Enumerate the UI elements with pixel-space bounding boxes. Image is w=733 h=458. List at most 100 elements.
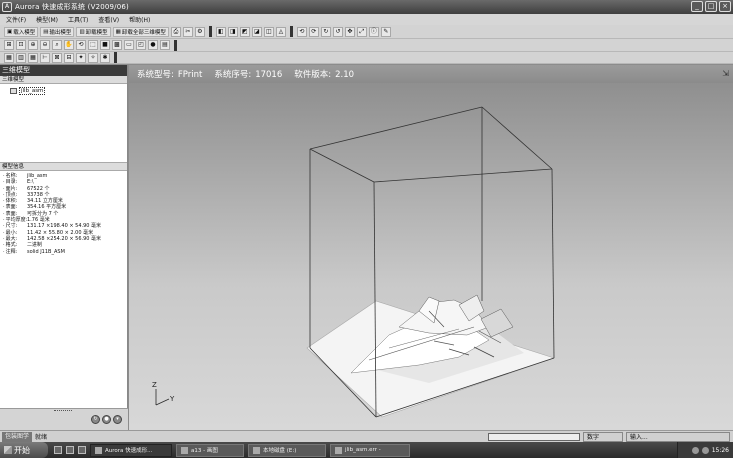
rotate-cw-icon[interactable]: ↺ (332, 26, 343, 37)
clock: 15:26 (711, 446, 729, 454)
task-notepad[interactable]: jlib_asm.err - (330, 443, 410, 457)
tool-a-icon[interactable]: ✦ (76, 52, 86, 63)
menu-file[interactable]: 文件(F) (6, 15, 26, 24)
view-back-icon[interactable]: ◨ (227, 26, 238, 37)
print-icon[interactable]: ⎙ (170, 26, 181, 37)
info-icon[interactable]: ⓘ (368, 26, 379, 37)
shaded-icon[interactable]: ▩ (112, 40, 122, 50)
tool-c-icon[interactable]: ✱ (100, 52, 110, 63)
status-text: 就绪 (35, 434, 48, 441)
view-left-icon[interactable]: ◩ (239, 26, 250, 37)
model-info-list: 名称:jlib_asm 目录:E:\ 面片:67522 个 顶点:33738 个… (0, 171, 127, 255)
quick-launch-icon[interactable] (66, 446, 74, 454)
model-panel: 三维模型 三维模型 jlib_asm 模型信息 名称:jlib_asm 目录:E… (0, 65, 128, 430)
refresh-icon[interactable]: ↻ (91, 415, 100, 424)
tool-b-icon[interactable]: ✧ (88, 52, 98, 63)
view-top-icon[interactable]: ◫ (263, 26, 274, 37)
settings-icon[interactable]: ⚙ (194, 26, 205, 37)
cut-icon[interactable]: ✂ (182, 26, 193, 37)
panel-footer-buttons: ↻ ● ▾ (91, 415, 122, 424)
app-icon: A (2, 2, 12, 12)
quick-launch-icon[interactable] (54, 446, 62, 454)
rotate-view-icon[interactable]: ⟲ (76, 40, 86, 50)
menu-model[interactable]: 模型(M) (36, 15, 58, 24)
zoom-out-icon[interactable]: ⊖ (40, 40, 50, 50)
scene-canvas[interactable]: Z Y (129, 65, 733, 430)
export-icon: ▤ (43, 28, 49, 35)
pan-icon[interactable]: ✋ (64, 40, 74, 50)
splitter-grip[interactable] (54, 410, 72, 412)
pin-icon[interactable]: ⇲ (722, 69, 729, 78)
quick-launch (54, 446, 86, 454)
options-icon[interactable]: ▾ (113, 415, 122, 424)
tree-header: 三维模型 (0, 76, 127, 84)
view-iso-icon[interactable]: ◬ (275, 26, 286, 37)
close-button[interactable]: × (719, 1, 731, 12)
main-toolbar: ▣ 载入模型 ▤ 输出模型 ▥ 卸载模型 ▦ 卸载全部三维模型 ⎙ ✂ ⚙ ◧ ◨ ◩ … (0, 25, 733, 39)
quick-launch-icon[interactable] (78, 446, 86, 454)
window-controls: _ □ × (691, 1, 731, 12)
volume-icon[interactable] (701, 446, 709, 454)
view-toolbar: ⊞ ⊡ ⊕ ⊖ ⌕ ✋ ⟲ ⬚ ■ ▩ ▭ ◰ ● ▤ (0, 39, 733, 52)
lock-icon[interactable]: ● (102, 415, 111, 424)
panel-title: 三维模型 (0, 65, 127, 76)
window-title: Aurora 快速成形系统 (V2009/06) (15, 3, 129, 11)
grid-icon[interactable]: ▦ (28, 52, 38, 63)
app-icon (95, 446, 102, 454)
scale-icon[interactable]: ⤢ (356, 26, 367, 37)
toolbar-separator (114, 52, 117, 63)
support-icon[interactable]: ▥ (16, 52, 26, 63)
unload-model-button[interactable]: ▥ 卸载模型 (76, 26, 111, 37)
view-front-icon[interactable]: ◧ (215, 26, 226, 37)
load-model-button[interactable]: ▣ 载入模型 (4, 26, 39, 37)
rotate-z-icon[interactable]: ↻ (320, 26, 331, 37)
menu-tools[interactable]: 工具(T) (68, 15, 88, 24)
rotate-x-icon[interactable]: ⟲ (296, 26, 307, 37)
measure-icon[interactable]: ⊢ (40, 52, 50, 63)
edit-icon[interactable]: ✎ (380, 26, 391, 37)
ime-indicator: 输入... (626, 432, 730, 442)
version-info: 软件版本: 2.10 (294, 70, 355, 80)
status-tab[interactable]: 包装图学 (2, 431, 33, 442)
move-icon[interactable]: ✥ (344, 26, 355, 37)
menu-view[interactable]: 查看(V) (98, 15, 119, 24)
axis-z-label: Z (152, 381, 157, 389)
task-paint[interactable]: a13 - 画图 (176, 443, 244, 457)
load-icon: ▣ (7, 28, 13, 35)
paint-icon (181, 446, 188, 454)
progress-bar (488, 433, 580, 441)
tools-toolbar: ▦ ▥ ▦ ⊢ ⊠ ⊟ ✦ ✧ ✱ (0, 52, 733, 64)
wireframe-icon[interactable]: ⬚ (88, 40, 98, 50)
merge-icon[interactable]: ⊟ (64, 52, 74, 63)
unload-all-button[interactable]: ▦ 卸载全部三维模型 (112, 26, 169, 37)
task-aurora[interactable]: Aurora 快速成形... (90, 443, 172, 457)
layers-icon[interactable]: ▤ (160, 40, 170, 50)
folder-icon (253, 446, 260, 454)
numlock-indicator: 数字 (583, 432, 623, 442)
cube-icon[interactable]: ◰ (136, 40, 146, 50)
unload-all-icon: ▦ (115, 28, 121, 35)
solid-icon[interactable]: ■ (100, 40, 110, 50)
view-right-icon[interactable]: ◪ (251, 26, 262, 37)
zoom-in-icon[interactable]: ⊕ (28, 40, 38, 50)
rotate-y-icon[interactable]: ⟳ (308, 26, 319, 37)
task-explorer[interactable]: 本地磁盘 (E:) (248, 443, 326, 457)
fix-icon[interactable]: ⊠ (52, 52, 62, 63)
viewport-3d[interactable]: Z Y 系统型号: FPrint 系统序号: 17016 软件版本: 2.10 ⇲ (129, 65, 733, 430)
sphere-icon[interactable]: ● (148, 40, 158, 50)
maximize-button[interactable]: □ (705, 1, 717, 12)
zoom-window-icon[interactable]: ⊡ (16, 40, 26, 50)
toolbar-separator (174, 39, 177, 51)
export-model-button[interactable]: ▤ 输出模型 (40, 26, 75, 37)
status-bar: 包装图学 就绪 数字 输入... (0, 430, 733, 442)
menu-help[interactable]: 帮助(H) (129, 15, 150, 24)
slice-icon[interactable]: ▦ (4, 52, 14, 63)
zoom-icon[interactable]: ⌕ (52, 40, 62, 50)
fit-view-icon[interactable]: ⊞ (4, 40, 14, 50)
tree-item[interactable]: jlib_asm (10, 87, 127, 95)
network-icon[interactable] (691, 446, 699, 454)
box-icon[interactable]: ▭ (124, 40, 134, 50)
viewport-header: 系统型号: FPrint 系统序号: 17016 软件版本: 2.10 ⇲ (129, 65, 733, 83)
minimize-button[interactable]: _ (691, 1, 703, 12)
start-button[interactable]: 开始 (0, 442, 48, 458)
